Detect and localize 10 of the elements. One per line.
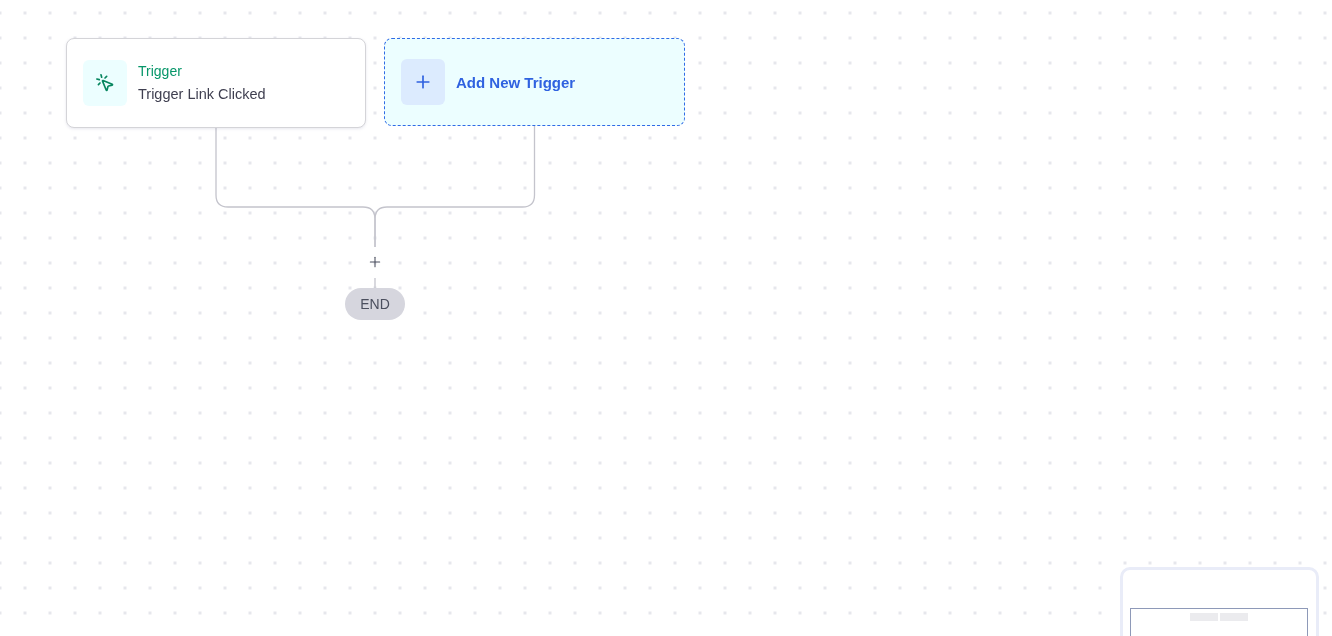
- plus-icon: [367, 254, 383, 270]
- plus-icon: [401, 59, 445, 105]
- trigger-title: Trigger: [138, 63, 183, 80]
- trigger-subtitle: Trigger Link Clicked: [138, 85, 266, 103]
- end-marker: END: [345, 288, 405, 320]
- cursor-click-icon: [83, 60, 127, 106]
- add-step-button[interactable]: [367, 254, 383, 270]
- add-trigger-button[interactable]: Add New Trigger: [384, 38, 685, 126]
- connector-line: [374, 277, 376, 289]
- trigger-card[interactable]: Trigger Trigger Link Clicked: [66, 38, 366, 128]
